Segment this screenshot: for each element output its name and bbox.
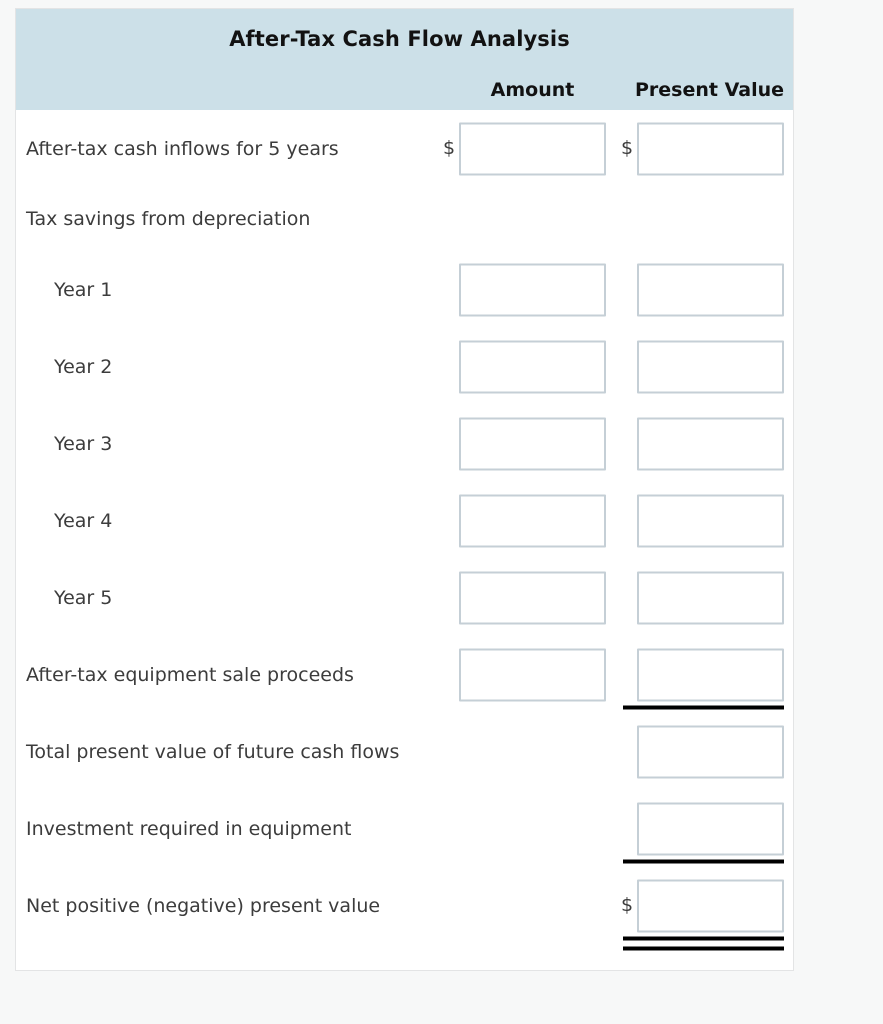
row-label: Year 5: [54, 586, 113, 609]
table-row: Total present value of future cash flows: [16, 713, 793, 790]
present-value-cell: [623, 648, 784, 709]
amount-cell: [459, 417, 606, 470]
present-value-input[interactable]: [637, 494, 784, 547]
table-row: Year 4: [16, 482, 793, 559]
table-row: Year 5: [16, 559, 793, 636]
column-header-amount: Amount: [490, 79, 575, 101]
row-label: Year 2: [54, 355, 113, 378]
row-label: Total present value of future cash flows: [26, 740, 400, 763]
amount-input[interactable]: [459, 648, 606, 701]
table-row: Net positive (negative) present value $: [16, 867, 793, 950]
present-value-input[interactable]: [637, 725, 784, 778]
amount-cell: $: [443, 122, 606, 175]
present-value-input[interactable]: [637, 122, 784, 175]
worksheet-header-band: After-Tax Cash Flow Analysis Amount Pres…: [16, 9, 793, 110]
row-label: Year 4: [54, 509, 113, 532]
row-label: Net positive (negative) present value: [26, 894, 381, 917]
amount-input[interactable]: [459, 122, 606, 175]
row-label: Year 1: [54, 278, 113, 301]
present-value-input[interactable]: [637, 571, 784, 624]
present-value-cell: [637, 494, 784, 547]
amount-cell: [459, 494, 606, 547]
dollar-sign-icon: $: [621, 894, 634, 916]
single-underline-rule: [623, 859, 784, 863]
present-value-input[interactable]: [637, 263, 784, 316]
row-label: After-tax cash inflows for 5 years: [26, 137, 339, 160]
present-value-cell: [637, 263, 784, 316]
present-value-cell: [637, 340, 784, 393]
present-value-input[interactable]: [637, 879, 784, 932]
amount-input[interactable]: [459, 494, 606, 547]
row-label: After-tax equipment sale proceeds: [26, 663, 354, 686]
worksheet-rows: After-tax cash inflows for 5 years $ $ Tax …: [16, 110, 793, 950]
amount-cell: [459, 571, 606, 624]
row-label: Year 3: [54, 432, 113, 455]
present-value-cell: $: [621, 879, 784, 950]
present-value-input[interactable]: [637, 802, 784, 855]
table-row: Year 3: [16, 405, 793, 482]
amount-input[interactable]: [459, 340, 606, 393]
worksheet-title: After-Tax Cash Flow Analysis: [229, 27, 570, 51]
table-row: Investment required in equipment: [16, 790, 793, 867]
column-header-row: Amount Present Value: [16, 79, 793, 109]
dollar-sign-icon: $: [621, 137, 634, 159]
amount-cell: [459, 340, 606, 393]
table-row: Year 2: [16, 328, 793, 405]
amount-input[interactable]: [459, 571, 606, 624]
present-value-cell: [637, 417, 784, 470]
present-value-input[interactable]: [637, 417, 784, 470]
amount-input[interactable]: [459, 263, 606, 316]
table-row: After-tax cash inflows for 5 years $ $: [16, 110, 793, 187]
amount-cell: [459, 648, 606, 701]
present-value-input[interactable]: [637, 340, 784, 393]
amount-cell: [459, 263, 606, 316]
present-value-cell: [623, 802, 784, 863]
dollar-sign-icon: $: [443, 137, 456, 159]
table-row: After-tax equipment sale proceeds: [16, 636, 793, 713]
amount-input[interactable]: [459, 417, 606, 470]
double-underline-rule: [623, 936, 784, 950]
present-value-cell: [637, 571, 784, 624]
present-value-cell: [637, 725, 784, 778]
present-value-input[interactable]: [637, 648, 784, 701]
row-label: Tax savings from depreciation: [26, 208, 311, 230]
table-row: Year 1: [16, 251, 793, 328]
after-tax-cash-flow-worksheet: After-Tax Cash Flow Analysis Amount Pres…: [15, 8, 794, 971]
single-underline-rule: [623, 705, 784, 709]
present-value-cell: $: [621, 122, 784, 175]
row-label: Investment required in equipment: [26, 817, 352, 840]
table-row: Tax savings from depreciation: [16, 187, 793, 251]
column-header-present-value: Present Value: [634, 79, 784, 101]
